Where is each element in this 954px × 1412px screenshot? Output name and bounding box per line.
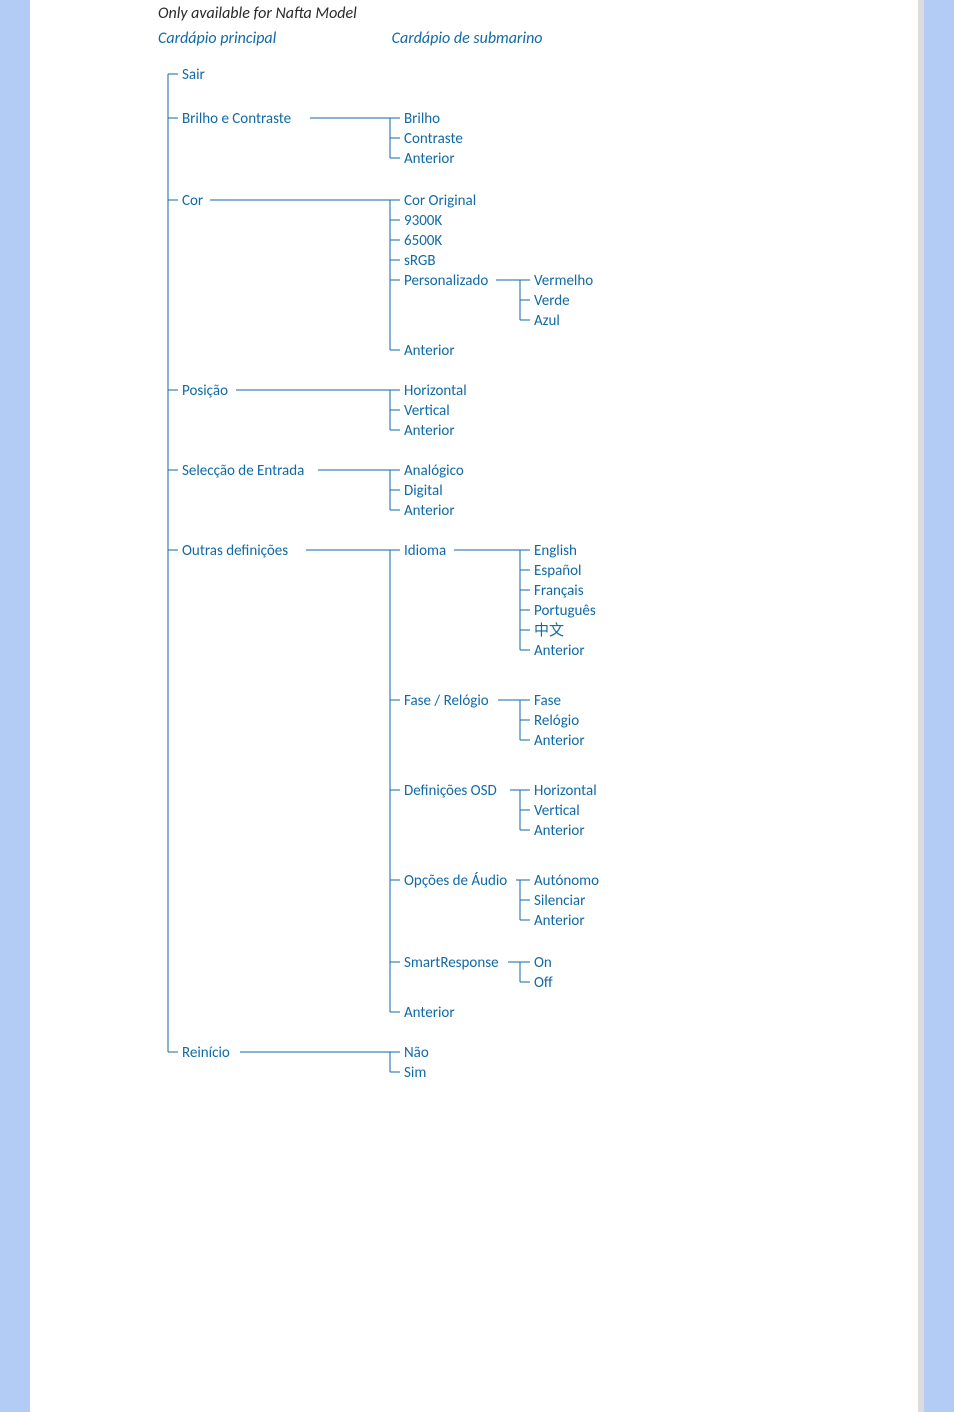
item-personalizado: Personalizado [404, 272, 488, 290]
item-cor-anterior: Anterior [404, 342, 455, 360]
item-francais: Français [534, 582, 584, 600]
item-osd-horizontal: Horizontal [534, 782, 597, 800]
item-9300k: 9300K [404, 212, 442, 230]
item-pos-vertical: Vertical [404, 402, 450, 420]
item-audio-anterior: Anterior [534, 912, 585, 930]
menu-tree-diagram: Only available for Nafta Model Cardápio … [30, 0, 924, 1412]
item-osd-anterior: Anterior [534, 822, 585, 840]
item-reinicio: Reinício [182, 1044, 230, 1062]
item-digital: Digital [404, 482, 443, 500]
item-brilho: Brilho [404, 110, 440, 128]
item-brilho-contraste: Brilho e Contraste [182, 110, 291, 128]
item-entrada: Selecção de Entrada [182, 462, 304, 480]
item-smartresponse: SmartResponse [404, 954, 499, 972]
item-zhongwen: 中文 [534, 622, 564, 640]
item-analogico: Analógico [404, 462, 464, 480]
item-ent-anterior: Anterior [404, 502, 455, 520]
item-pos-horizontal: Horizontal [404, 382, 467, 400]
item-silenciar: Silenciar [534, 892, 585, 910]
item-nao: Não [404, 1044, 429, 1062]
item-outras: Outras definições [182, 542, 288, 560]
item-fase-relogio: Fase / Relógio [404, 692, 489, 710]
item-idioma: Idioma [404, 542, 446, 560]
header-main: Cardápio principal [158, 29, 388, 48]
column-headers: Cardápio principal Cardápio de submarino [158, 29, 918, 48]
item-smart-on: On [534, 954, 552, 972]
item-posicao: Posição [182, 382, 228, 400]
item-fase-anterior: Anterior [534, 732, 585, 750]
item-sim: Sim [404, 1064, 426, 1082]
item-autonomo: Autónomo [534, 872, 599, 890]
header-sub: Cardápio de submarino [392, 29, 543, 48]
item-outras-anterior: Anterior [404, 1004, 455, 1022]
item-opcoes-audio: Opções de Áudio [404, 872, 507, 890]
item-idioma-anterior: Anterior [534, 642, 585, 660]
item-verde: Verde [534, 292, 570, 310]
tree-svg: Sair Brilho e Contraste Cor Posição Sele… [158, 52, 718, 1112]
item-espanol: Español [534, 562, 582, 580]
item-relogio: Relógio [534, 712, 579, 730]
item-vermelho: Vermelho [534, 272, 593, 290]
item-smart-off: Off [534, 974, 553, 992]
item-pos-anterior: Anterior [404, 422, 455, 440]
item-portugues: Português [534, 602, 596, 620]
item-anterior: Anterior [404, 150, 455, 168]
item-sair: Sair [182, 66, 205, 84]
item-srgb: sRGB [404, 252, 436, 270]
item-6500k: 6500K [404, 232, 442, 250]
item-azul: Azul [534, 312, 560, 330]
item-english: English [534, 542, 577, 560]
item-cor-original: Cor Original [404, 192, 476, 210]
item-def-osd: Definições OSD [404, 782, 497, 800]
item-fase: Fase [534, 692, 561, 710]
item-cor: Cor [182, 192, 203, 210]
model-note: Only available for Nafta Model [158, 4, 918, 23]
item-contraste: Contraste [404, 130, 463, 148]
item-osd-vertical: Vertical [534, 802, 580, 820]
